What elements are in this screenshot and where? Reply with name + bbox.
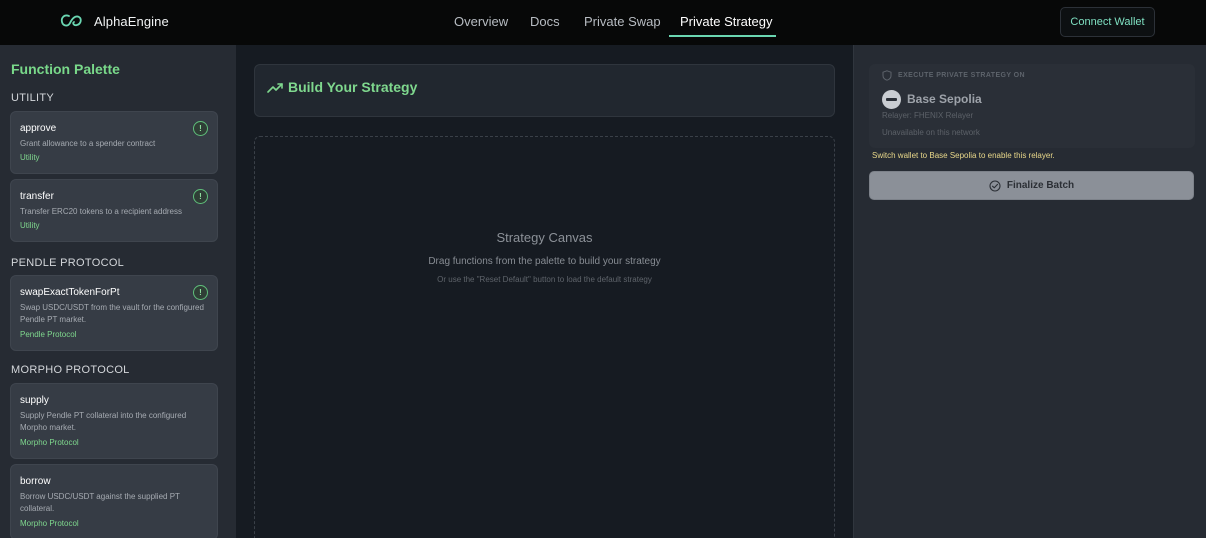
shield-icon [882, 70, 892, 81]
function-description: Borrow USDC/USDT against the supplied PT… [20, 492, 180, 513]
execute-panel: EXECUTE PRIVATE STRATEGY ON Base Sepolia… [853, 45, 1206, 538]
function-tag: Morpho Protocol [20, 519, 79, 528]
finalize-label: Finalize Batch [1006, 180, 1075, 191]
function-name: approve [20, 123, 57, 134]
function-tag: Morpho Protocol [20, 438, 79, 447]
base-network-icon [882, 90, 901, 109]
function-name: borrow [20, 476, 51, 487]
network-status: Unavailable on this network [882, 128, 980, 137]
connect-wallet-button[interactable]: Connect Wallet [1060, 7, 1155, 37]
network-name: Base Sepolia [907, 92, 982, 106]
trending-up-icon [267, 83, 283, 93]
function-card-transfer[interactable]: transfer Transfer ERC20 tokens to a reci… [10, 179, 218, 242]
function-name: swapExactTokenForPt [20, 287, 120, 298]
relayer-card: EXECUTE PRIVATE STRATEGY ON Base Sepolia… [869, 64, 1195, 148]
execute-label: EXECUTE PRIVATE STRATEGY ON [898, 72, 1025, 79]
info-icon[interactable]: ! [193, 121, 208, 136]
top-navbar: AlphaEngine Overview Docs Private Swap P… [0, 0, 1206, 45]
page-title: Build Your Strategy [288, 79, 418, 95]
alphaengine-logo-icon [60, 14, 82, 27]
function-tag: Utility [20, 221, 40, 230]
function-description: Transfer ERC20 tokens to a recipient add… [20, 207, 183, 216]
nav-private-strategy[interactable]: Private Strategy [680, 14, 773, 29]
check-circle-icon [989, 179, 1001, 192]
nav-overview[interactable]: Overview [454, 14, 508, 29]
function-card-supply[interactable]: supply Supply Pendle PT collateral into … [10, 383, 218, 459]
network-warning: Switch wallet to Base Sepolia to enable … [872, 151, 1055, 160]
nav-private-swap[interactable]: Private Swap [584, 14, 661, 29]
strategy-canvas-dropzone[interactable]: Strategy Canvas Drag functions from the … [254, 136, 835, 538]
function-palette-sidebar: Function Palette UTILITY approve Grant a… [0, 45, 236, 538]
function-tag: Pendle Protocol [20, 330, 77, 339]
canvas-instructions: Drag functions from the palette to build… [428, 256, 661, 267]
nav-docs[interactable]: Docs [530, 14, 560, 29]
info-icon[interactable]: ! [193, 189, 208, 204]
function-description: Grant allowance to a spender contract [20, 139, 156, 148]
nav-active-underline [669, 35, 776, 37]
section-label-morpho: MORPHO PROTOCOL [11, 364, 130, 376]
canvas-title: Strategy Canvas [496, 230, 593, 245]
function-card-borrow[interactable]: borrow Borrow USDC/USDT against the supp… [10, 464, 218, 538]
section-label-utility: UTILITY [11, 92, 55, 104]
info-icon[interactable]: ! [193, 285, 208, 300]
function-tag: Utility [20, 153, 40, 162]
brand-name: AlphaEngine [94, 13, 169, 29]
function-description: Swap USDC/USDT from the vault for the co… [20, 303, 204, 324]
function-description: Supply Pendle PT collateral into the con… [20, 411, 187, 432]
main-content: Build Your Strategy Strategy Canvas Drag… [236, 45, 853, 538]
relayer-name: Relayer: FHENIX Relayer [882, 111, 974, 120]
section-label-pendle: PENDLE PROTOCOL [11, 257, 125, 269]
brand[interactable]: AlphaEngine [59, 11, 169, 31]
function-card-approve[interactable]: approve Grant allowance to a spender con… [10, 111, 218, 174]
finalize-batch-button[interactable]: Finalize Batch [869, 171, 1194, 200]
function-card-swap-exact-token-for-pt[interactable]: swapExactTokenForPt Swap USDC/USDT from … [10, 275, 218, 351]
function-name: supply [20, 395, 49, 406]
function-name: transfer [20, 191, 54, 202]
canvas-hint: Or use the "Reset Default" button to loa… [437, 275, 652, 284]
palette-title: Function Palette [11, 61, 120, 77]
build-strategy-header: Build Your Strategy [254, 64, 835, 117]
